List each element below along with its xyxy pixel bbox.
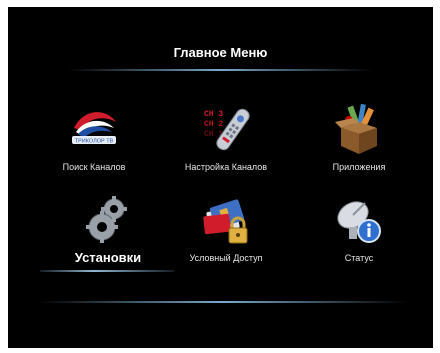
channel-text-3: CH 3 (204, 110, 223, 119)
tv-screen: Главное Меню ТРИКОЛОР ТВ Поиск Каналов C… (8, 7, 433, 348)
channel-text-2: CH 2 (204, 120, 223, 129)
gears-icon (80, 193, 136, 249)
remote-control-channels-icon: CH 3 CH 2 CH 1 (198, 102, 254, 158)
menu-item-label: Настройка Каналов (184, 162, 268, 172)
applications-box-icon (331, 102, 387, 158)
satellite-tricolor-logo-icon: ТРИКОЛОР ТВ (66, 102, 122, 158)
menu-item-label: Поиск Каналов (62, 162, 126, 172)
menu-item-status[interactable]: Статус (289, 193, 429, 283)
dish-info-icon (331, 193, 387, 249)
selection-underline (40, 270, 174, 272)
menu-item-channel-search[interactable]: ТРИКОЛОР ТВ Поиск Каналов (24, 102, 164, 192)
menu-item-conditional-access[interactable]: Условный Доступ (156, 193, 296, 283)
bottom-divider (38, 301, 408, 303)
menu-item-applications[interactable]: Приложения (289, 102, 429, 192)
menu-item-label: Статус (344, 253, 374, 263)
tricolor-logo-text: ТРИКОЛОР ТВ (75, 139, 114, 145)
menu-item-channel-settings[interactable]: CH 3 CH 2 CH 1 Настройка Каналов (156, 102, 296, 192)
menu-title: Главное Меню (173, 45, 268, 60)
menu-item-label: Приложения (332, 162, 386, 172)
title-divider (68, 69, 373, 71)
smartcard-lock-icon (198, 193, 254, 249)
menu-item-label: Условный Доступ (189, 253, 263, 263)
